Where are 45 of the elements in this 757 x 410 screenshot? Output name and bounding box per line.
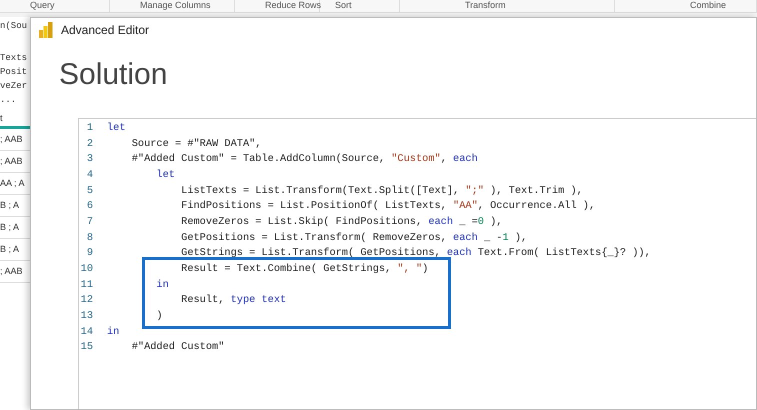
code-line: in — [155, 278, 169, 291]
code-line: #"Added Custom" = Table.AddColumn(Source, "Custom", each — [130, 153, 478, 166]
code-line: ) — [155, 310, 163, 322]
line-number: 15 — [80, 341, 93, 354]
bar-chart-logo-icon — [39, 22, 53, 38]
ribbon-group-label: Transform — [400, 0, 615, 12]
step-text: Posit — [0, 66, 28, 79]
line-number: 2 — [86, 138, 93, 150]
step-text: Texts — [0, 52, 28, 65]
code-line: GetStrings = List.Transform( GetPositions, each Text.From( ListTexts{_}? )), — [180, 247, 651, 260]
step-text: veZer — [0, 80, 28, 93]
code-line: let — [155, 168, 175, 181]
line-number: 13 — [80, 310, 93, 322]
line-number: 9 — [86, 247, 93, 260]
ribbon-group-label: Reduce Rows — [235, 0, 320, 12]
line-number: 7 — [86, 216, 93, 228]
step-text: ... — [0, 94, 18, 107]
code-line: GetPositions = List.Transform( RemoveZeros, each _ -1 ), — [180, 232, 528, 244]
line-number: 10 — [80, 263, 93, 276]
code-line: ListTexts = List.Transform(Text.Split([Text], ";" ), Text.Trim ), — [180, 184, 583, 197]
line-number: 1 — [86, 122, 93, 134]
ribbon-group-label: Manage Columns — [110, 0, 235, 12]
line-number: 3 — [86, 153, 93, 166]
line-number: 5 — [86, 184, 93, 197]
code-line: RemoveZeros = List.Skip( FindPositions, each _ =0 ), — [180, 216, 502, 228]
formula-text: n(Sou — [0, 21, 28, 31]
window-title: Advanced Editor — [61, 23, 150, 37]
dialog-heading: Solution — [58, 57, 168, 93]
code-line: FindPositions = List.PositionOf( ListTexts, "AA", Occurrence.All ), — [180, 200, 596, 212]
line-number: 14 — [80, 326, 93, 338]
code-line: Result = Text.Combine( GetStrings, ", ") — [180, 263, 428, 276]
code-line: #"Added Custom" — [130, 341, 224, 354]
ribbon-group-label: Combine — [615, 0, 757, 12]
line-number: 12 — [80, 294, 93, 306]
line-number: 11 — [80, 278, 93, 291]
code-line: Source = #"RAW DATA", — [130, 138, 262, 150]
code-line: let — [107, 122, 126, 134]
line-number: 8 — [86, 232, 93, 244]
line-number: 4 — [86, 168, 93, 181]
ribbon-group-label: Sort — [320, 0, 400, 12]
code-editor[interactable] — [78, 118, 756, 409]
code-line: in — [107, 326, 120, 338]
ribbon-group-label: Query — [0, 0, 110, 12]
code-line: Result, type text — [180, 294, 286, 306]
line-number: 6 — [86, 200, 93, 212]
